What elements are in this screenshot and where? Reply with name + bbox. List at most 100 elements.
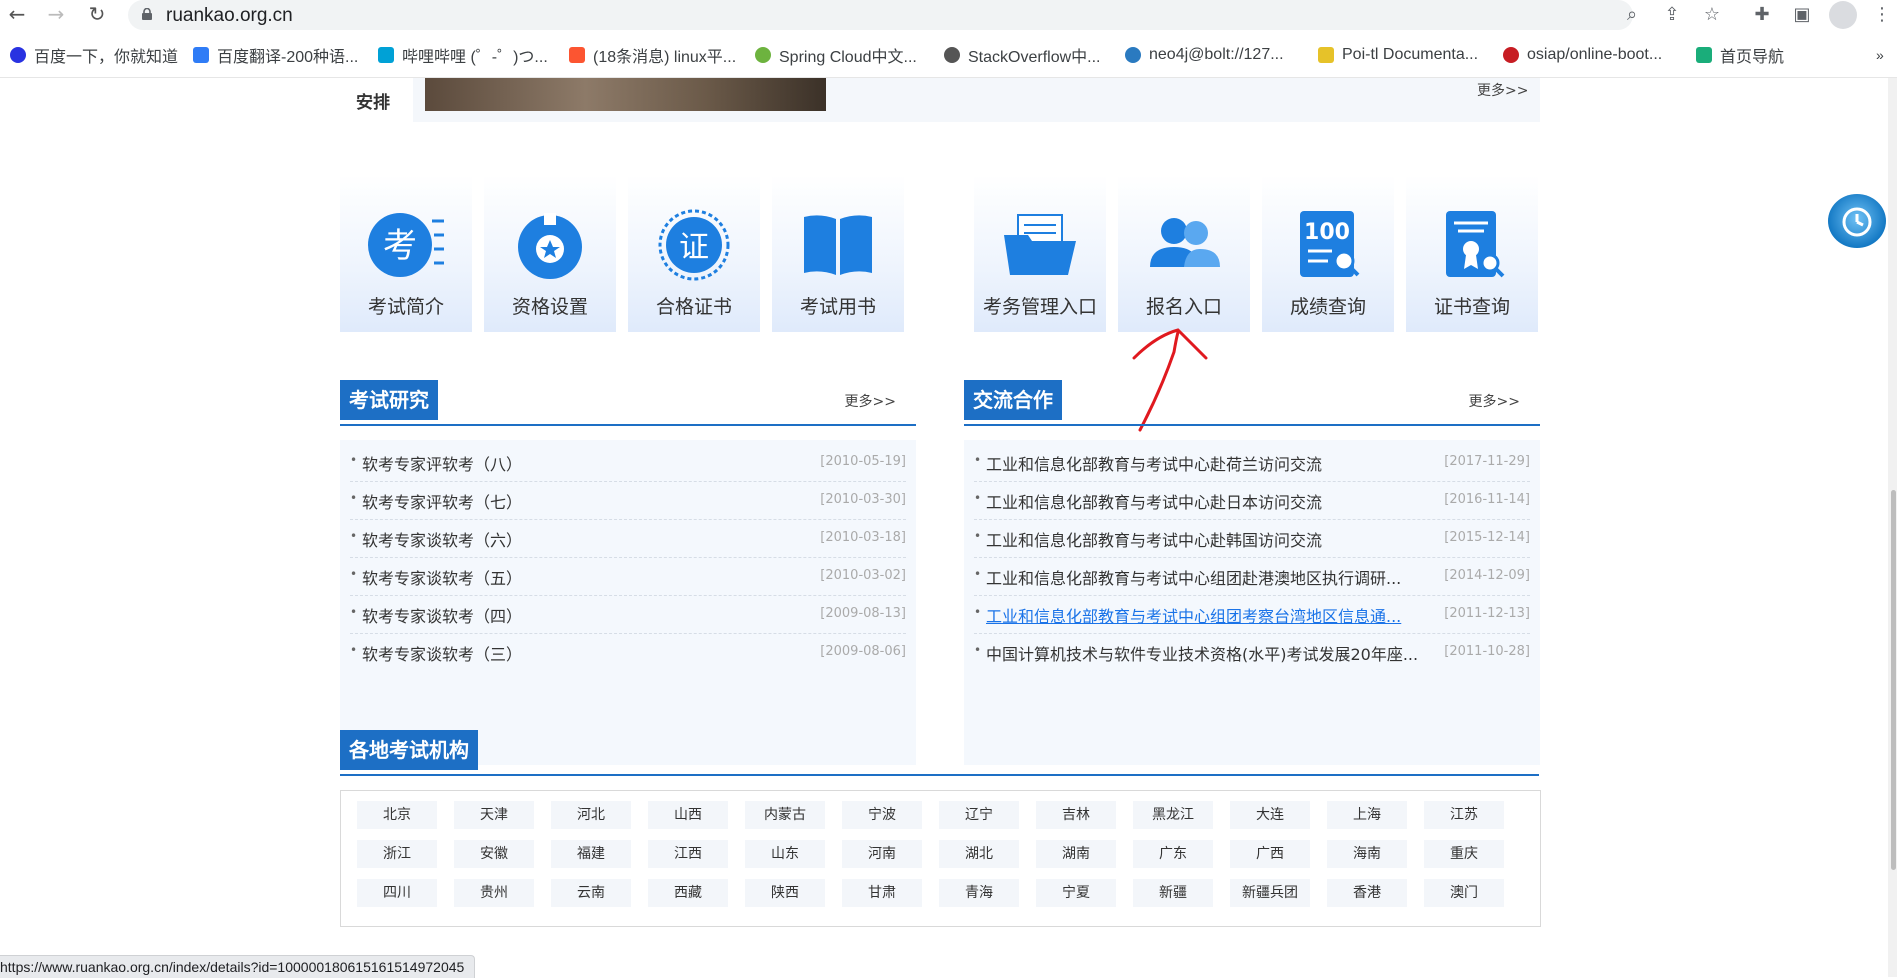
- region-link[interactable]: 四川: [357, 879, 437, 907]
- region-link[interactable]: 大连: [1230, 801, 1310, 829]
- tile-certificate[interactable]: 证 合格证书: [628, 175, 760, 332]
- region-link[interactable]: 青海: [939, 879, 1019, 907]
- bookmark-item[interactable]: 哔哩哔哩 (゜-゜)つ...: [378, 44, 548, 66]
- item-title[interactable]: 软考专家评软考（八）: [362, 451, 522, 475]
- zoom-icon[interactable]: ⌕: [1621, 4, 1643, 26]
- region-link[interactable]: 重庆: [1424, 840, 1504, 868]
- tile-registration-entry[interactable]: 报名入口: [1118, 175, 1250, 332]
- region-link[interactable]: 宁波: [842, 801, 922, 829]
- region-link[interactable]: 江西: [648, 840, 728, 868]
- item-title[interactable]: 工业和信息化部教育与考试中心赴荷兰访问交流: [986, 451, 1322, 475]
- bookmark-item[interactable]: Spring Cloud中文...: [755, 44, 917, 66]
- region-link[interactable]: 湖北: [939, 840, 1019, 868]
- region-link[interactable]: 甘肃: [842, 879, 922, 907]
- region-link[interactable]: 河南: [842, 840, 922, 868]
- research-more-link[interactable]: 更多>>: [845, 391, 896, 411]
- region-link[interactable]: 辽宁: [939, 801, 1019, 829]
- region-link[interactable]: 江苏: [1424, 801, 1504, 829]
- bookmark-item[interactable]: StackOverflow中...: [944, 44, 1100, 66]
- list-item[interactable]: • 软考专家谈软考（六） [2010-03-18]: [350, 520, 906, 558]
- region-link[interactable]: 福建: [551, 840, 631, 868]
- list-item[interactable]: • 工业和信息化部教育与考试中心赴荷兰访问交流 [2017-11-29]: [974, 444, 1530, 482]
- region-link[interactable]: 北京: [357, 801, 437, 829]
- extensions-puzzle-icon[interactable]: ✚: [1751, 4, 1773, 26]
- bookmark-item[interactable]: osiap/online-boot...: [1503, 44, 1662, 66]
- region-link[interactable]: 陕西: [745, 879, 825, 907]
- bookmark-item[interactable]: neo4j@bolt://127...: [1125, 44, 1284, 66]
- region-link[interactable]: 贵州: [454, 879, 534, 907]
- region-link[interactable]: 上海: [1327, 801, 1407, 829]
- bookmark-item[interactable]: (18条消息) linux平...: [569, 44, 736, 66]
- item-title[interactable]: 工业和信息化部教育与考试中心组团赴港澳地区执行调研...: [986, 565, 1401, 589]
- list-item[interactable]: • 软考专家谈软考（五） [2010-03-02]: [350, 558, 906, 596]
- region-link[interactable]: 新疆兵团: [1230, 879, 1310, 907]
- region-link[interactable]: 澳门: [1424, 879, 1504, 907]
- previous-more-link[interactable]: 更多>>: [1477, 80, 1528, 100]
- region-link[interactable]: 新疆: [1133, 879, 1213, 907]
- item-date: [2009-08-06]: [820, 644, 906, 659]
- region-link[interactable]: 河北: [551, 801, 631, 829]
- bookmark-item[interactable]: 百度翻译-200种语...: [193, 44, 358, 66]
- region-link[interactable]: 广西: [1230, 840, 1310, 868]
- region-link[interactable]: 山东: [745, 840, 825, 868]
- tile-label: 成绩查询: [1289, 296, 1366, 318]
- tile-exam-intro[interactable]: 考 考试简介: [340, 175, 472, 332]
- exchange-section-header: 交流合作 更多>>: [964, 380, 1540, 426]
- list-item[interactable]: • 软考专家评软考（八） [2010-05-19]: [350, 444, 906, 482]
- scrollbar-thumb[interactable]: [1891, 490, 1896, 870]
- list-item[interactable]: • 软考专家谈软考（三） [2009-08-06]: [350, 634, 906, 671]
- list-item[interactable]: • 工业和信息化部教育与考试中心赴日本访问交流 [2016-11-14]: [974, 482, 1530, 520]
- tile-certificate-query[interactable]: 证书查询: [1406, 175, 1538, 332]
- region-link[interactable]: 黑龙江: [1133, 801, 1213, 829]
- item-title[interactable]: 软考专家谈软考（五）: [362, 565, 522, 589]
- list-item[interactable]: • 软考专家谈软考（四） [2009-08-13]: [350, 596, 906, 634]
- region-link[interactable]: 云南: [551, 879, 631, 907]
- region-link[interactable]: 天津: [454, 801, 534, 829]
- bullet: •: [350, 491, 358, 505]
- region-link[interactable]: 内蒙古: [745, 801, 825, 829]
- section-title: 各地考试机构: [340, 730, 478, 770]
- bookmark-star-icon[interactable]: ☆: [1701, 4, 1723, 26]
- tile-qualification[interactable]: 资格设置: [484, 175, 616, 332]
- forward-arrow-icon[interactable]: →: [45, 3, 67, 25]
- item-title[interactable]: 软考专家谈软考（六）: [362, 527, 522, 551]
- item-title[interactable]: 工业和信息化部教育与考试中心赴日本访问交流: [986, 489, 1322, 513]
- item-title[interactable]: 中国计算机技术与软件专业技术资格(水平)考试发展20年座...: [986, 641, 1418, 665]
- item-title-hovered-link[interactable]: 工业和信息化部教育与考试中心组团考察台湾地区信息通...: [986, 603, 1401, 627]
- item-title[interactable]: 工业和信息化部教育与考试中心赴韩国访问交流: [986, 527, 1322, 551]
- menu-kebab-icon[interactable]: ⋮: [1871, 4, 1893, 26]
- region-link[interactable]: 山西: [648, 801, 728, 829]
- item-title[interactable]: 软考专家评软考（七）: [362, 489, 522, 513]
- list-item[interactable]: • 中国计算机技术与软件专业技术资格(水平)考试发展20年座... [2011-10…: [974, 634, 1530, 671]
- sidebar-panel-icon[interactable]: ▣: [1791, 4, 1813, 26]
- region-link[interactable]: 西藏: [648, 879, 728, 907]
- bookmark-item[interactable]: 百度一下，你就知道: [10, 44, 178, 66]
- back-arrow-icon[interactable]: ←: [6, 3, 28, 25]
- region-link[interactable]: 海南: [1327, 840, 1407, 868]
- bookmark-item[interactable]: Poi-tl Documenta...: [1318, 44, 1478, 66]
- exchange-more-link[interactable]: 更多>>: [1469, 391, 1520, 411]
- share-icon[interactable]: ⇪: [1661, 4, 1683, 26]
- list-item[interactable]: • 工业和信息化部教育与考试中心赴韩国访问交流 [2015-12-14]: [974, 520, 1530, 558]
- profile-avatar[interactable]: [1829, 1, 1857, 29]
- clock-float-widget[interactable]: [1828, 194, 1886, 248]
- region-link[interactable]: 宁夏: [1036, 879, 1116, 907]
- region-link[interactable]: 浙江: [357, 840, 437, 868]
- region-link[interactable]: 安徽: [454, 840, 534, 868]
- region-link[interactable]: 吉林: [1036, 801, 1116, 829]
- region-link[interactable]: 广东: [1133, 840, 1213, 868]
- bookmark-item[interactable]: 首页导航: [1696, 44, 1784, 66]
- region-link[interactable]: 湖南: [1036, 840, 1116, 868]
- tile-exam-management-entry[interactable]: 考务管理入口: [974, 175, 1106, 332]
- item-title[interactable]: 软考专家谈软考（三）: [362, 641, 522, 665]
- reload-icon[interactable]: ↻: [86, 3, 108, 25]
- tile-exam-books[interactable]: 考试用书: [772, 175, 904, 332]
- tile-score-query[interactable]: 100 成绩查询: [1262, 175, 1394, 332]
- bookmarks-overflow-icon[interactable]: »: [1876, 44, 1884, 66]
- item-title[interactable]: 软考专家谈软考（四）: [362, 603, 522, 627]
- address-bar[interactable]: ruankao.org.cn: [128, 0, 1633, 30]
- list-item[interactable]: • 软考专家评软考（七） [2010-03-30]: [350, 482, 906, 520]
- list-item[interactable]: • 工业和信息化部教育与考试中心组团赴港澳地区执行调研... [2014-12-09…: [974, 558, 1530, 596]
- region-link[interactable]: 香港: [1327, 879, 1407, 907]
- list-item[interactable]: • 工业和信息化部教育与考试中心组团考察台湾地区信息通... [2011-12-13…: [974, 596, 1530, 634]
